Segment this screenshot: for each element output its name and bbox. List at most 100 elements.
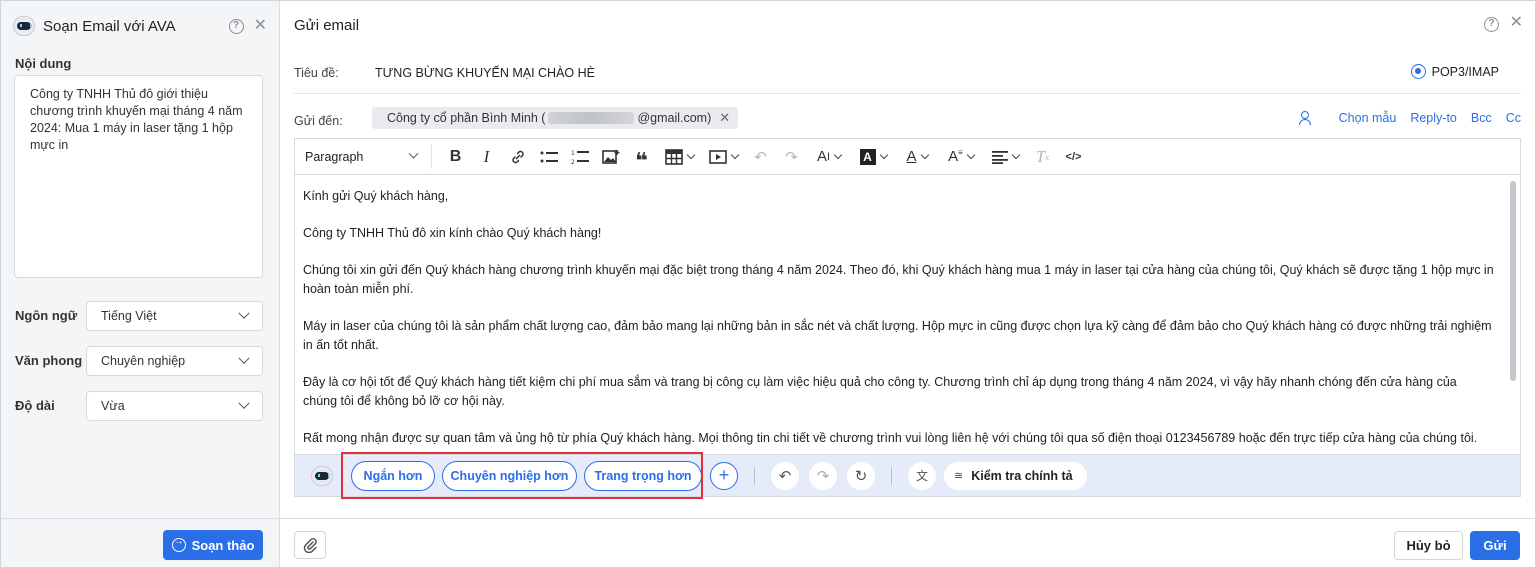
- ava-panel-title: Soạn Email với AVA: [43, 17, 176, 35]
- help-icon[interactable]: ?: [228, 18, 244, 34]
- separator: [754, 466, 755, 485]
- body-paragraph: Rất mong nhận được sự quan tâm và ủng hộ…: [303, 431, 1478, 445]
- arrow-circle-icon: [171, 536, 186, 552]
- chevron-down-icon: [238, 397, 250, 409]
- align-icon[interactable]: [983, 144, 1027, 170]
- close-icon[interactable]: ✕: [254, 18, 267, 34]
- body-paragraph: Kính gửi Quý khách hàng,: [303, 189, 449, 203]
- translate-icon[interactable]: 文: [908, 461, 936, 490]
- attach-button[interactable]: [294, 531, 326, 559]
- font-size-icon[interactable]: AI: [807, 144, 851, 170]
- spellcheck-icon: ≅: [954, 470, 964, 482]
- replyto-link[interactable]: Reply-to: [1410, 111, 1457, 125]
- refresh-icon[interactable]: ↻: [847, 461, 875, 490]
- send-button-label: Gửi: [1483, 538, 1507, 553]
- protocol-radio[interactable]: POP3/IMAP: [1410, 64, 1499, 79]
- content-label: Nội dung: [15, 56, 72, 71]
- ava-panel-footer: Soạn thảo: [1, 518, 279, 567]
- redacted-email: [548, 112, 635, 124]
- redo-icon[interactable]: ↷: [809, 461, 837, 490]
- text-color-icon[interactable]: A: [895, 144, 939, 170]
- italic-icon[interactable]: I: [471, 144, 502, 170]
- chevron-down-icon: [238, 352, 250, 364]
- body-paragraph: Công ty TNHH Thủ đô xin kính chào Quý kh…: [303, 226, 602, 240]
- send-email-footer: Hủy bỏ Gửi: [280, 518, 1535, 567]
- send-email-panel: Gửi email ? ✕ Tiêu đề: TƯNG BỪNG KHUYẾN …: [280, 1, 1535, 567]
- ava-robot-icon: [311, 465, 333, 486]
- undo-icon[interactable]: ↶: [771, 461, 799, 490]
- recipient-email-suffix: @gmail.com): [637, 111, 712, 125]
- numbered-list-icon[interactable]: 12: [564, 144, 595, 170]
- paragraph-select[interactable]: Paragraph: [305, 148, 423, 164]
- ava-action-bar: Ngắn hơn Chuyên nghiệp hơn Trang trọng h…: [294, 454, 1521, 497]
- link-icon[interactable]: [502, 144, 533, 170]
- image-icon[interactable]: [595, 144, 626, 170]
- subject-input[interactable]: TƯNG BỪNG KHUYẾN MẠI CHÀO HÈ: [375, 66, 595, 80]
- media-icon[interactable]: [701, 144, 745, 170]
- send-button[interactable]: Gửi: [1470, 531, 1520, 560]
- to-label: Gửi đến:: [294, 114, 343, 128]
- close-icon[interactable]: ✕: [1510, 15, 1523, 31]
- font-style-icon[interactable]: A≡: [939, 144, 983, 170]
- language-label: Ngôn ngữ: [15, 308, 78, 323]
- length-value: Vừa: [101, 399, 125, 413]
- svg-text:2: 2: [571, 159, 575, 165]
- quote-icon[interactable]: ❝: [626, 144, 657, 171]
- length-select[interactable]: Vừa: [86, 391, 263, 421]
- body-paragraph: Đây là cơ hội tốt để Quý khách hàng tiết…: [303, 375, 1457, 408]
- content-textarea[interactable]: Công ty TNHH Thủ đô giới thiệu chương tr…: [14, 75, 263, 278]
- style-label: Văn phong: [15, 353, 83, 368]
- length-label: Độ dài: [15, 398, 55, 413]
- cancel-button[interactable]: Hủy bỏ: [1394, 531, 1463, 560]
- more-professional-button[interactable]: Chuyên nghiệp hơn: [442, 460, 577, 491]
- page-title: Gửi email: [294, 17, 360, 34]
- bcc-link[interactable]: Bcc: [1471, 111, 1492, 125]
- toolbar-separator: [431, 144, 432, 169]
- style-select[interactable]: Chuyên nghiệp: [86, 346, 263, 376]
- recipient-name: Công ty cổ phần Bình Minh (: [387, 111, 546, 125]
- radio-selected-icon: [1410, 64, 1426, 79]
- ava-compose-panel: Soạn Email với AVA ? ✕ Nội dung Công ty …: [1, 1, 280, 567]
- undo-icon[interactable]: ↶: [745, 144, 776, 170]
- spellcheck-label: Kiểm tra chính tả: [971, 468, 1073, 483]
- body-paragraph: Chúng tôi xin gửi đến Quý khách hàng chư…: [303, 263, 1494, 296]
- subject-label: Tiêu đề:: [294, 66, 339, 80]
- bold-icon[interactable]: B: [440, 144, 471, 170]
- spellcheck-button[interactable]: ≅ Kiểm tra chính tả: [944, 461, 1087, 490]
- clear-format-icon[interactable]: Tx: [1027, 144, 1058, 170]
- protocol-label: POP3/IMAP: [1431, 64, 1499, 79]
- compose-button-label: Soạn thảo: [191, 537, 255, 553]
- compose-button[interactable]: Soạn thảo: [163, 530, 263, 560]
- paperclip-icon: [303, 537, 317, 553]
- email-body-editor[interactable]: Kính gửi Quý khách hàng, Công ty TNHH Th…: [294, 174, 1521, 454]
- highlight-icon[interactable]: A: [851, 144, 895, 170]
- svg-text:1: 1: [571, 150, 575, 157]
- language-select[interactable]: Tiếng Việt: [86, 301, 263, 331]
- ava-robot-icon: [13, 16, 35, 36]
- style-value: Chuyên nghiệp: [101, 354, 186, 368]
- remove-recipient-icon[interactable]: ✕: [719, 110, 730, 126]
- source-code-icon[interactable]: </>: [1058, 144, 1089, 170]
- shorter-button[interactable]: Ngắn hơn: [351, 460, 435, 491]
- separator: [891, 466, 892, 485]
- more-formal-button[interactable]: Trang trọng hơn: [584, 460, 702, 491]
- ava-panel-header: Soạn Email với AVA ? ✕: [1, 1, 279, 51]
- table-icon[interactable]: [657, 144, 701, 170]
- recipient-actions: Chọn mẫu Reply-to Bcc Cc: [1298, 111, 1521, 125]
- help-icon[interactable]: ?: [1484, 17, 1499, 32]
- redo-icon[interactable]: ↷: [776, 144, 807, 170]
- add-icon[interactable]: +: [710, 461, 738, 490]
- body-paragraph: Máy in laser của chúng tôi là sản phẩm c…: [303, 319, 1492, 352]
- chevron-down-icon: [408, 148, 419, 159]
- divider: [294, 93, 1521, 94]
- choose-template-link[interactable]: Chọn mẫu: [1339, 111, 1397, 125]
- recipient-chip[interactable]: Công ty cổ phần Bình Minh ( @gmail.com) …: [372, 107, 739, 129]
- editor-toolbar: Paragraph B I 12 ❝ ↶ ↷ AI A A A≡ T x </>: [294, 138, 1521, 174]
- editor-scrollbar[interactable]: [1510, 181, 1516, 381]
- chevron-down-icon: [238, 307, 250, 319]
- contacts-icon[interactable]: [1298, 111, 1317, 125]
- cc-link[interactable]: Cc: [1506, 111, 1521, 125]
- language-value: Tiếng Việt: [101, 309, 157, 323]
- bullet-list-icon[interactable]: [533, 144, 564, 170]
- paragraph-select-value: Paragraph: [305, 149, 364, 164]
